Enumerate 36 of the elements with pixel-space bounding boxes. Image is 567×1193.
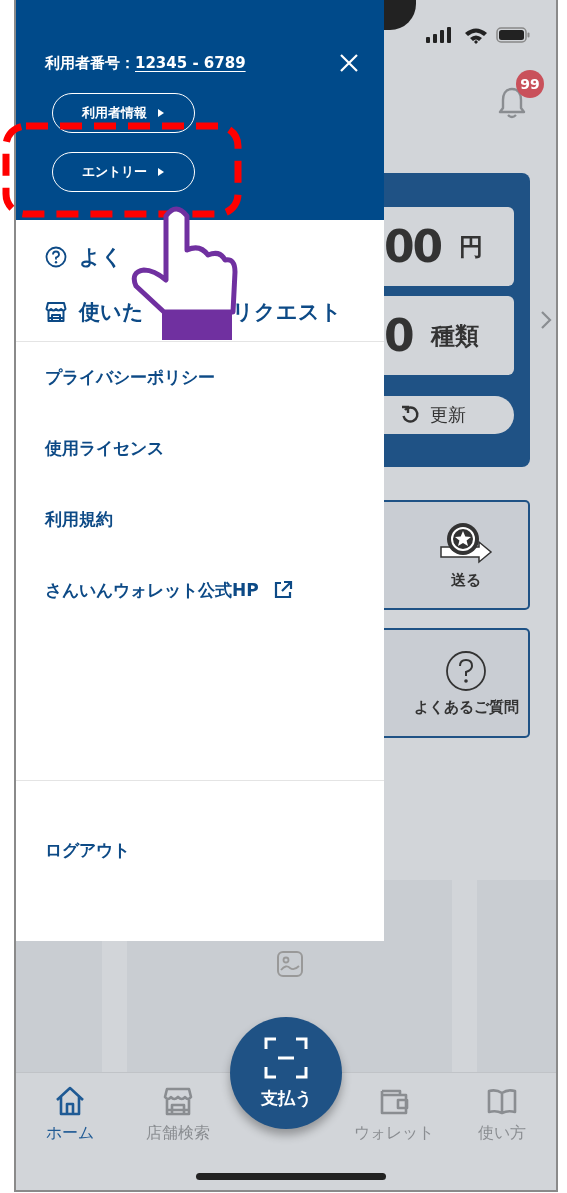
refresh-icon [400,405,420,425]
balance-unit: 円 [459,231,484,263]
question-circle-icon [445,649,487,692]
balance-amount: 00 [384,221,442,272]
menu-item[interactable]: よく [45,242,384,272]
caret-icon [157,167,165,177]
count-amount: 0 [384,310,413,361]
signal-icon [426,27,452,43]
notch [384,0,416,30]
menu-item[interactable]: 使いた リクエスト [45,297,384,327]
coin-arrow-icon [439,520,493,565]
close-icon[interactable] [339,53,359,73]
menu-link[interactable]: さんいんウォレット公式HP [45,575,293,605]
wifi-icon [464,26,488,44]
question-circle-icon [45,246,67,268]
logout-link[interactable]: ログアウト [45,835,384,865]
caret-icon [157,108,165,118]
menu-link[interactable]: 使用ライセンス [45,433,164,463]
notification-badge: 99 [516,70,544,98]
action-card[interactable]: 送る [384,500,530,610]
refresh-button[interactable]: 更新 [384,396,514,434]
menu-link[interactable]: 利用規約 [45,504,113,534]
chevron-right-icon[interactable] [540,310,552,330]
nav-tab[interactable]: ホーム [16,1073,124,1147]
battery-icon [496,27,530,43]
user-number-link[interactable]: 12345 - 6789 [135,54,246,72]
storefront-icon [45,301,67,323]
home-icon [54,1085,86,1117]
scan-icon [264,1036,308,1079]
storefront-icon [162,1085,194,1117]
count-unit: 種類 [430,320,479,352]
user-number-label: 利用者番号： [45,53,135,73]
image-icon [275,950,304,978]
action-card[interactable]: よくあるご質問 [384,628,530,738]
pay-button[interactable]: 支払う [230,1017,342,1129]
menu-link[interactable]: プライバシーポリシー [45,362,215,392]
